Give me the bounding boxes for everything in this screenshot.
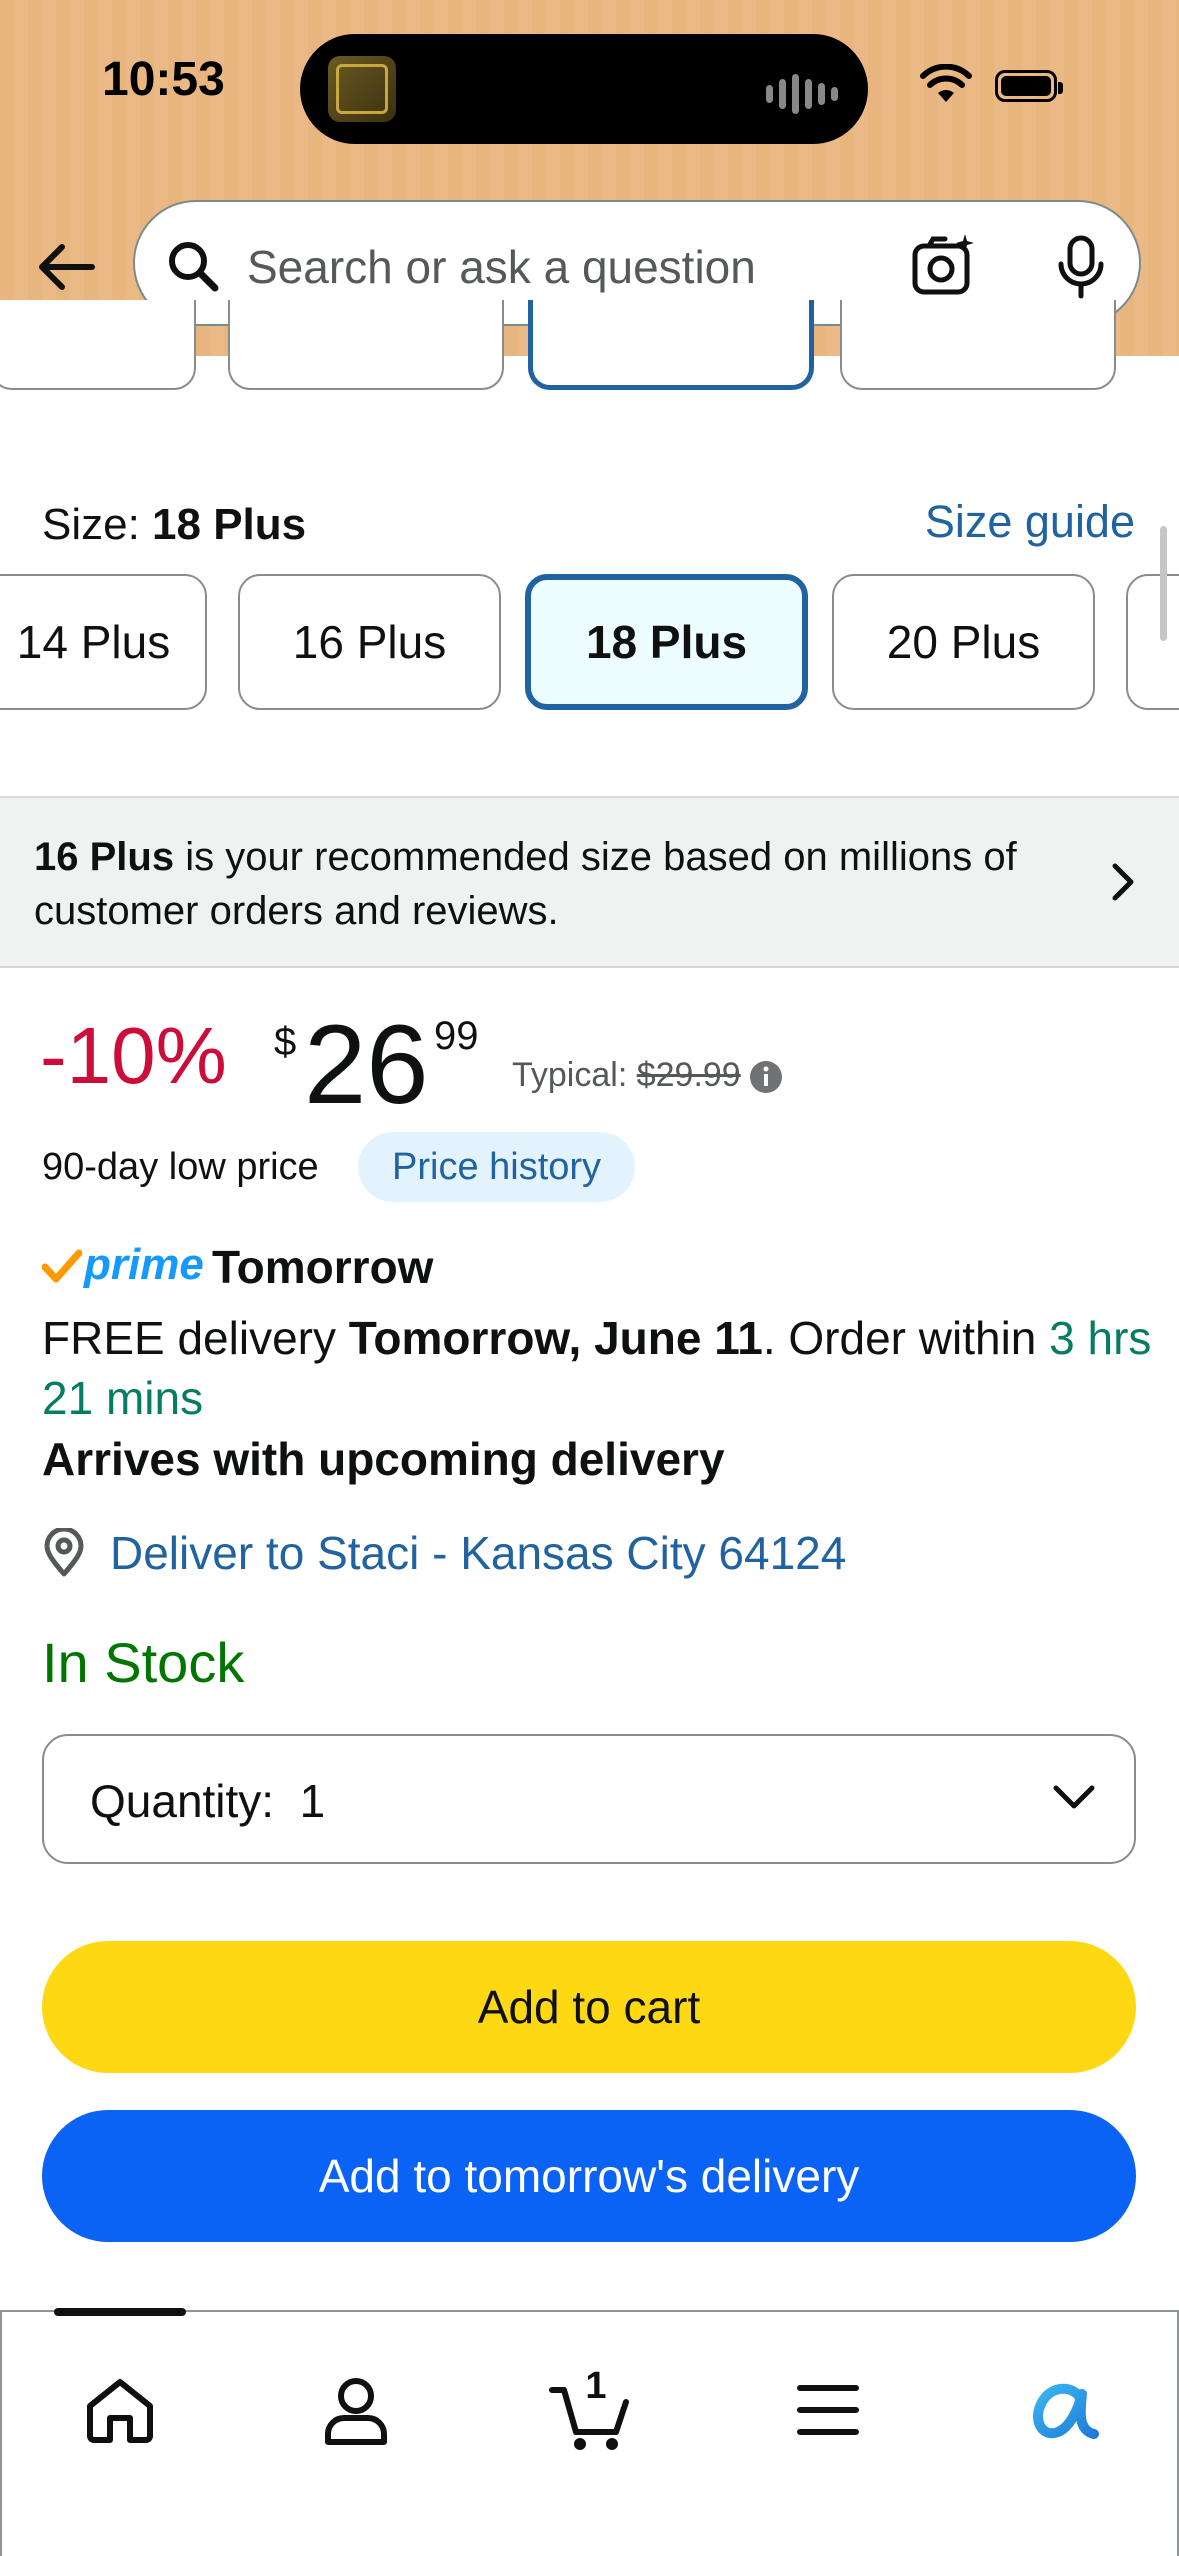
battery-icon <box>995 70 1063 102</box>
cart-count: 1 <box>585 2365 606 2407</box>
info-icon[interactable] <box>749 1060 783 1094</box>
price-fraction: 99 <box>434 1014 479 1058</box>
mic-icon[interactable] <box>1053 234 1109 300</box>
quantity-label: Quantity: 1 <box>90 1775 326 1827</box>
color-swatch[interactable] <box>0 300 196 390</box>
nav-active-indicator <box>54 2308 186 2316</box>
color-swatch[interactable] <box>840 300 1116 390</box>
low-price-label: 90-day low price <box>42 1146 319 1188</box>
add-to-cart-button[interactable]: Add to cart <box>42 1941 1136 2073</box>
prime-delivery-day: Tomorrow <box>212 1241 434 1293</box>
wifi-icon <box>920 64 972 102</box>
color-swatch[interactable] <box>228 300 504 390</box>
quantity-value: 1 <box>299 1775 326 1827</box>
chevron-right-icon <box>1112 863 1134 901</box>
account-icon[interactable] <box>318 2372 394 2448</box>
scrollbar[interactable] <box>1160 526 1167 641</box>
back-arrow-icon[interactable] <box>34 235 98 299</box>
menu-icon[interactable] <box>790 2372 866 2448</box>
delivery-info: FREE delivery Tomorrow, June 11. Order w… <box>42 1312 1152 1424</box>
size-option[interactable]: 20 Plus <box>832 574 1095 710</box>
location-pin-icon <box>44 1528 84 1577</box>
status-time: 10:53 <box>102 53 225 106</box>
selected-size: 18 Plus <box>152 500 307 549</box>
quantity-select[interactable]: Quantity: 1 <box>42 1734 1136 1864</box>
rufus-icon[interactable] <box>1022 2372 1102 2448</box>
add-to-tomorrows-delivery-button[interactable]: Add to tomorrow's delivery <box>42 2110 1136 2242</box>
color-swatch-selected[interactable] <box>528 300 814 390</box>
search-input[interactable]: Search or ask a question <box>247 240 756 294</box>
audio-waveform-icon <box>766 74 838 114</box>
deliver-to-link[interactable]: Deliver to Staci - Kansas City 64124 <box>42 1526 846 1580</box>
price-currency: $ <box>274 1020 297 1064</box>
size-option[interactable] <box>1126 574 1179 710</box>
size-guide-link[interactable]: Size guide <box>925 496 1135 548</box>
stock-status: In Stock <box>42 1631 245 1694</box>
camera-icon[interactable] <box>911 232 977 298</box>
chevron-down-icon <box>1053 1785 1095 1809</box>
arrives-note: Arrives with upcoming delivery <box>42 1433 725 1485</box>
live-activity-icon <box>328 56 396 122</box>
price-whole: 26 <box>304 1002 429 1127</box>
typical-price: Typical: $29.99 <box>512 1056 783 1095</box>
discount-percent: -10% <box>40 1011 227 1100</box>
size-option-selected[interactable]: 18 Plus <box>525 574 808 710</box>
size-label: Size: 18 Plus <box>42 500 307 549</box>
dynamic-island <box>300 34 868 144</box>
price-history-button[interactable]: Price history <box>358 1132 636 1202</box>
home-icon[interactable] <box>82 2372 158 2448</box>
size-option[interactable]: 16 Plus <box>238 574 501 710</box>
prime-check-icon <box>42 1249 82 1283</box>
size-recommendation[interactable]: 16 Plus is your recommended size based o… <box>0 796 1179 968</box>
cart-icon[interactable]: 1 <box>548 2356 634 2452</box>
size-option[interactable]: 14 Plus <box>0 574 207 710</box>
bottom-nav: 1 <box>0 2308 1179 2556</box>
prime-logo: prime <box>42 1240 204 1290</box>
search-icon <box>169 242 219 292</box>
recommendation-text: 16 Plus is your recommended size based o… <box>34 835 1017 933</box>
